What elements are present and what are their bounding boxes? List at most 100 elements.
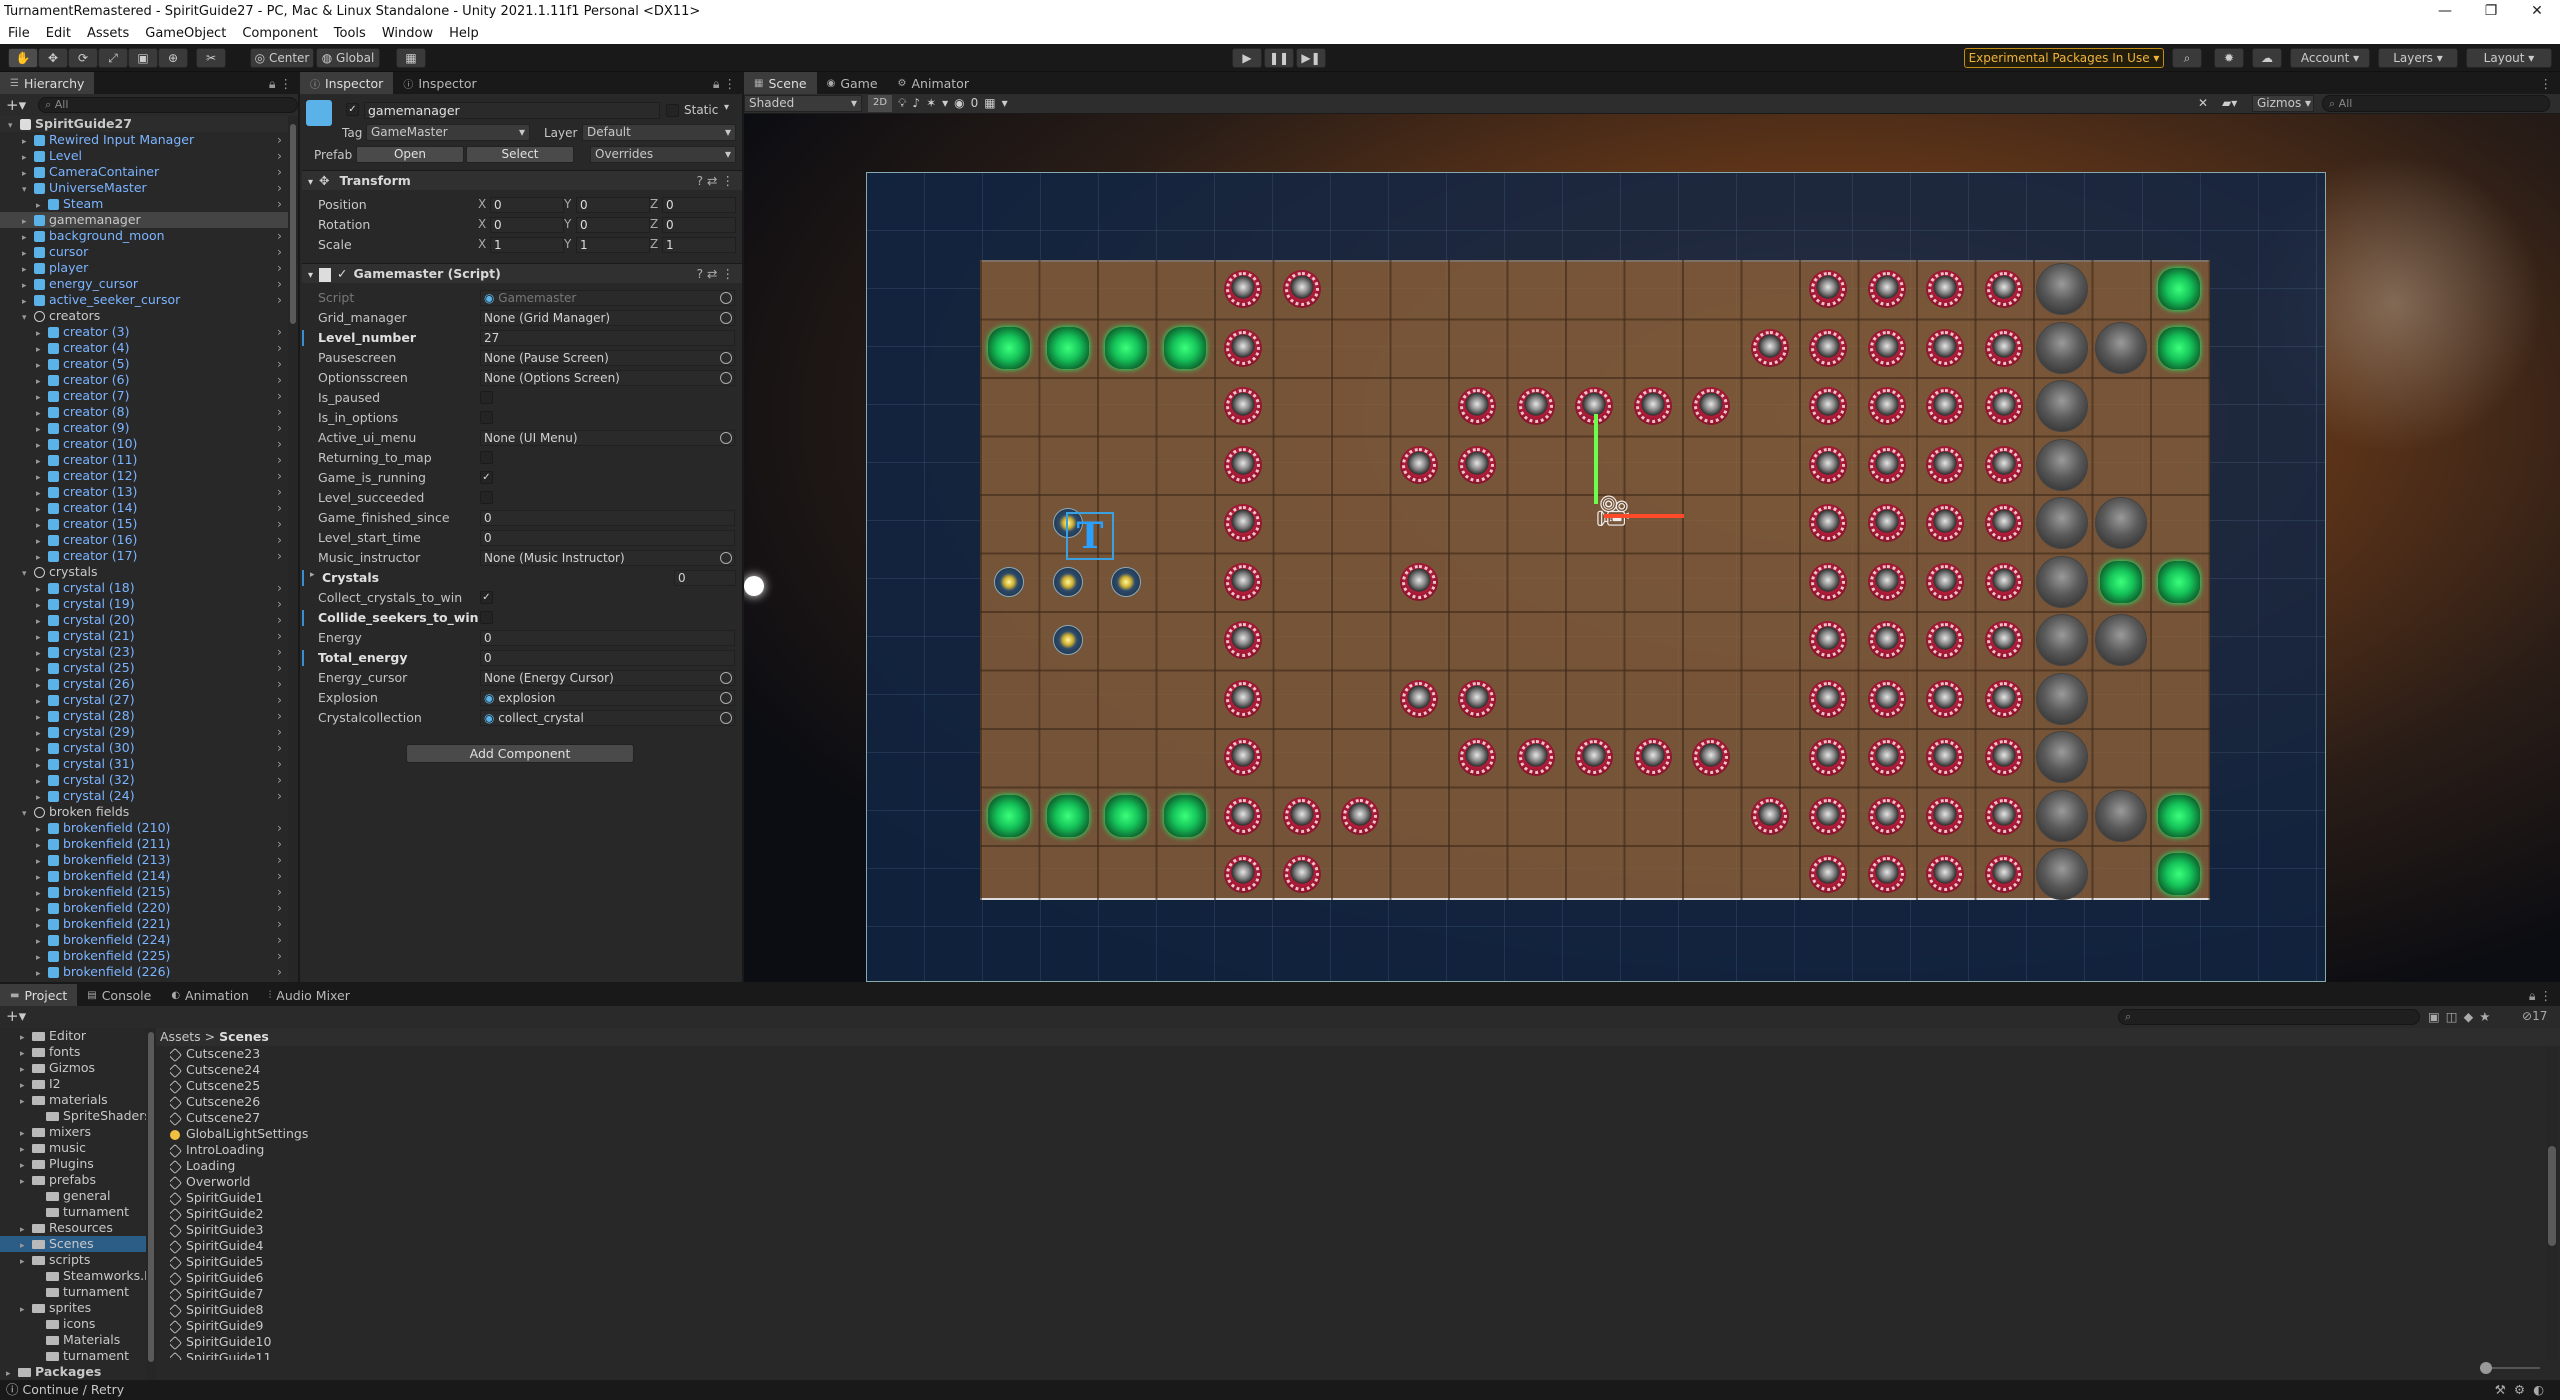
foldout-collapsed-icon[interactable]: ▸ [20,1254,32,1270]
object-picker-icon[interactable] [720,552,732,564]
scene-asset-item[interactable]: Cutscene24 [170,1062,2540,1078]
project-folder-item[interactable]: ▸ scripts [0,1252,146,1268]
inspector-lock-icon[interactable]: 🔒︎ ⋮ [707,72,742,94]
project-file-list[interactable]: Cutscene23 Cutscene24 Cutscene25 Cutscene26… [170,1046,2540,1360]
green-crystal[interactable] [1105,326,1148,369]
black-hole-sphere[interactable] [2094,321,2147,374]
seeker-orb[interactable] [1926,328,1965,367]
creator-node[interactable] [1052,625,1083,655]
pivot-global-button[interactable]: ◍ Global [316,48,380,68]
menu-component[interactable]: Component [234,26,325,41]
open-prefab-chevron-icon[interactable]: › [277,516,282,532]
static-dropdown-icon[interactable]: ▾ [724,102,729,113]
project-folder-item[interactable]: Materials [0,1332,146,1348]
menu-window[interactable]: Window [374,26,441,41]
hierarchy-item[interactable]: ▸ crystal (19) › [0,596,290,612]
enabled-check-icon[interactable]: ✓ [337,266,347,281]
hierarchy-item[interactable]: ▸ brokenfield (213) › [0,852,290,868]
pause-button[interactable]: ❚❚ [1264,48,1294,68]
scene-root-item[interactable]: ▾ SpiritGuide27 [0,116,290,132]
object-field[interactable]: None (Options Screen) [480,370,735,386]
tag-dropdown[interactable]: GameMaster ▾ [366,124,530,141]
object-picker-icon[interactable] [720,292,732,304]
seeker-orb[interactable] [1984,796,2023,835]
field-checkbox[interactable]: ✓ [480,471,493,484]
hierarchy-item[interactable]: ▸ creator (15) › [0,516,290,532]
menu-gameobject[interactable]: GameObject [137,26,234,41]
seeker-orb[interactable] [1458,445,1497,484]
tab-animation[interactable]: ◐ Animation [161,984,258,1006]
field-checkbox[interactable] [480,411,493,424]
open-prefab-chevron-icon[interactable]: › [277,772,282,788]
seeker-orb[interactable] [1516,738,1555,777]
creator-node[interactable] [1111,566,1141,597]
scene-asset-item[interactable]: SpiritGuide11 [170,1350,2540,1360]
hierarchy-item[interactable]: ▸ crystal (20) › [0,612,290,628]
seeker-orb[interactable] [1867,562,1906,601]
green-crystal[interactable] [988,794,1031,837]
scene-asset-item[interactable]: SpiritGuide7 [170,1286,2540,1302]
hierarchy-item[interactable]: ▸ creator (5) › [0,356,290,372]
minimize-button[interactable]: — [2422,3,2468,19]
hierarchy-item[interactable]: ▸ creator (9) › [0,420,290,436]
hierarchy-item[interactable]: ▸ creator (11) › [0,452,290,468]
menu-assets[interactable]: Assets [79,26,137,41]
seeker-orb[interactable] [1809,796,1848,835]
seeker-orb[interactable] [1516,387,1555,426]
hierarchy-search-input[interactable]: ⌕ All [38,97,298,113]
seeker-orb[interactable] [1984,855,2023,894]
seeker-orb[interactable] [1750,328,1789,367]
field-checkbox[interactable] [480,611,493,624]
open-prefab-chevron-icon[interactable]: › [277,884,282,900]
black-hole-sphere[interactable] [2036,438,2089,491]
static-checkbox[interactable] [666,104,679,117]
hierarchy-item[interactable]: ▸ creator (14) › [0,500,290,516]
axis-label-z[interactable]: Z [650,197,658,211]
project-folder-item[interactable]: ▸ Gizmos [0,1060,146,1076]
object-field[interactable]: None (Pause Screen) [480,350,735,366]
project-folder-item[interactable]: ▸ prefabs [0,1172,146,1188]
foldout-collapsed-icon[interactable]: ▸ [6,1366,18,1380]
project-folder-item[interactable]: ▸ Packages [0,1364,146,1380]
object-field[interactable]: None (Music Instructor) [480,550,735,566]
seeker-orb[interactable] [1926,679,1965,718]
scl-y-field[interactable]: 1 [576,237,650,253]
account-dropdown[interactable]: Account ▾ [2290,48,2370,68]
seeker-orb[interactable] [1926,445,1965,484]
scene-asset-item[interactable]: Cutscene25 [170,1078,2540,1094]
open-prefab-chevron-icon[interactable]: › [277,292,282,308]
seeker-orb[interactable] [1867,387,1906,426]
green-crystal[interactable] [1163,326,1206,369]
layout-dropdown[interactable]: Layout ▾ [2466,48,2552,68]
seeker-orb[interactable] [1809,679,1848,718]
seeker-orb[interactable] [1867,328,1906,367]
pos-y-field[interactable]: 0 [576,197,650,213]
close-button[interactable]: ✕ [2514,3,2560,19]
project-folder-item[interactable]: Steamworks.N [0,1268,146,1284]
seeker-orb[interactable] [1224,679,1263,718]
hierarchy-item[interactable]: ▸ brokenfield (226) › [0,964,290,980]
menu-help[interactable]: Help [441,26,487,41]
open-prefab-chevron-icon[interactable]: › [277,660,282,676]
open-prefab-chevron-icon[interactable]: › [277,180,282,196]
audio-icon[interactable]: ♪ [912,96,926,110]
black-hole-sphere[interactable] [2094,497,2147,550]
creator-node[interactable] [994,566,1024,597]
open-prefab-chevron-icon[interactable]: › [277,948,282,964]
menu-file[interactable]: File [0,26,38,41]
text-field[interactable]: 27 [480,330,735,346]
hierarchy-item[interactable]: ▸ brokenfield (210) › [0,820,290,836]
hierarchy-item[interactable]: ▸ brokenfield (225) › [0,948,290,964]
seeker-orb[interactable] [1809,328,1848,367]
seeker-orb[interactable] [1984,562,2023,601]
seeker-orb[interactable] [1809,445,1848,484]
hierarchy-list[interactable]: ▾ SpiritGuide27 ▸ Rewired Input Manager › ▸ Le… [0,116,290,982]
scene-asset-item[interactable]: SpiritGuide2 [170,1206,2540,1222]
hierarchy-item[interactable]: ▸ creator (16) › [0,532,290,548]
object-picker-icon[interactable] [720,372,732,384]
hierarchy-scrollbar[interactable] [288,116,298,982]
seeker-orb[interactable] [1984,504,2023,543]
scene-search-input[interactable]: ⌕ All [2322,95,2550,112]
hierarchy-item[interactable]: ▸ crystal (31) › [0,756,290,772]
text-field[interactable]: 0 [480,630,735,646]
